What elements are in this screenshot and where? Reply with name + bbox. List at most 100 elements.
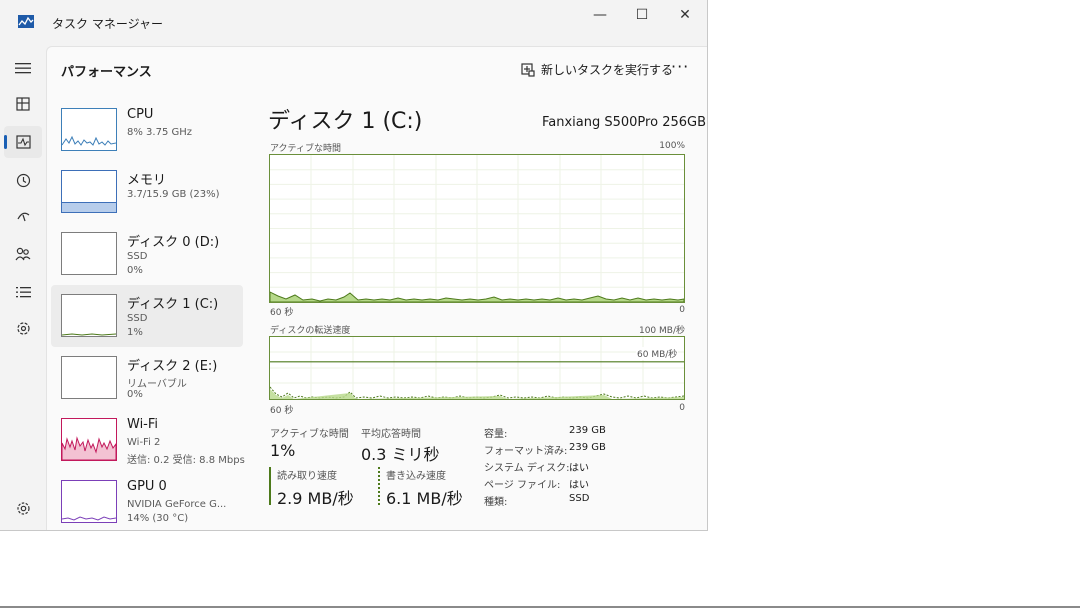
maximize-icon: ☐ (635, 7, 649, 23)
minimize-button[interactable]: — (578, 0, 622, 30)
page-title: パフォーマンス (61, 65, 152, 80)
nav-services[interactable] (4, 312, 42, 344)
nav-settings[interactable] (4, 492, 42, 524)
active-time-stat-label: アクティブな時間 (270, 429, 349, 440)
window-title: タスク マネージャー (52, 17, 163, 31)
device-item-disk-2[interactable]: ディスク 2 (E:) リムーバブル 0% (51, 347, 243, 409)
nav-processes[interactable] (4, 88, 42, 120)
device-item-disk-1[interactable]: ディスク 1 (C:) SSD 1% (51, 285, 243, 347)
read-speed-label: 読み取り速度 (277, 471, 337, 482)
disk-title: ディスク 1 (C:) (268, 109, 423, 134)
transfer-rate-graph-label: ディスクの転送速度 (270, 326, 351, 336)
transfer-rate-axis-left: 60 秒 (270, 406, 294, 416)
device-item-cpu[interactable]: CPU 8% 3.75 GHz (51, 99, 243, 161)
device-type: SSD (127, 313, 148, 324)
details-icon (15, 287, 31, 298)
device-name: ディスク 0 (D:) (127, 235, 220, 250)
device-detail: 3.7/15.9 GB (23%) (127, 189, 220, 200)
close-button[interactable]: ✕ (663, 0, 707, 30)
transfer-rate-chart (270, 337, 684, 399)
nav-users[interactable] (4, 238, 42, 270)
device-detail: 8% 3.75 GHz (127, 127, 193, 138)
transfer-rate-graph-max: 100 MB/秒 (638, 326, 685, 336)
device-item-disk-0[interactable]: ディスク 0 (D:) SSD 0% (51, 223, 243, 285)
disk-1-sparkline (62, 333, 116, 336)
disk-0-thumbnail (61, 232, 117, 275)
maximize-button[interactable]: ☐ (620, 0, 664, 30)
performance-page: パフォーマンス 新しいタスクを実行する ··· CPU 8% 3.75 GHz … (46, 46, 707, 530)
device-throughput: 送信: 0.2 受信: 8.8 Mbps (127, 455, 245, 466)
write-speed-label: 書き込み速度 (386, 471, 446, 482)
transfer-rate-reference-label: 60 MB/秒 (636, 347, 679, 360)
menu-button[interactable] (4, 52, 42, 84)
device-name: Wi-Fi (127, 417, 159, 432)
run-new-task-button[interactable]: 新しいタスクを実行する (521, 61, 673, 78)
wifi-sparkline (62, 436, 116, 460)
property-label: 容量: (484, 429, 508, 440)
device-usage: 0% (127, 389, 143, 400)
device-usage: 1% (127, 327, 143, 338)
device-item-memory[interactable]: メモリ 3.7/15.9 GB (23%) (51, 161, 243, 223)
memory-fill (62, 202, 116, 212)
write-speed-value: 6.1 MB/秒 (386, 489, 463, 508)
cpu-thumbnail (61, 108, 117, 151)
run-task-icon (521, 62, 535, 77)
title-bar: タスク マネージャー — ☐ ✕ (0, 0, 707, 44)
device-name: ディスク 1 (C:) (127, 297, 219, 312)
device-item-wifi[interactable]: Wi-Fi Wi-Fi 2 送信: 0.2 受信: 8.8 Mbps (51, 409, 245, 471)
minimize-icon: — (593, 7, 607, 23)
write-speed-indicator (378, 467, 380, 505)
gpu-sparkline (62, 516, 116, 521)
device-type: リムーバブル (127, 379, 187, 390)
active-time-axis-left: 60 秒 (270, 308, 294, 318)
property-value: SSD (569, 493, 590, 504)
task-manager-window: タスク マネージャー — ☐ ✕ パフォーマンス 新しいタスクを実行する ···… (0, 0, 708, 531)
property-label: フォーマット済み: (484, 446, 568, 457)
disk-2-thumbnail (61, 356, 117, 399)
disk-1-thumbnail (61, 294, 117, 337)
active-time-graph-label: アクティブな時間 (270, 144, 342, 154)
device-adapter: Wi-Fi 2 (127, 437, 161, 448)
gpu-thumbnail (61, 480, 117, 523)
device-type: SSD (127, 251, 148, 262)
active-time-stat-value: 1% (270, 441, 296, 460)
response-time-stat-label: 平均応答時間 (361, 429, 421, 440)
users-icon (15, 247, 31, 261)
device-usage: 14% (30 °C) (127, 513, 189, 524)
nav-startup-apps[interactable] (4, 200, 42, 232)
hamburger-icon (15, 63, 31, 74)
performance-device-list: CPU 8% 3.75 GHz メモリ 3.7/15.9 GB (23%) ディ… (51, 95, 245, 530)
read-speed-value: 2.9 MB/秒 (277, 489, 354, 508)
services-icon (16, 321, 30, 335)
active-time-axis-right: 0 (679, 305, 685, 315)
transfer-rate-axis-right: 0 (679, 403, 685, 413)
property-label: 種類: (484, 497, 508, 508)
property-value: 239 GB (569, 425, 606, 436)
device-name: メモリ (127, 173, 167, 188)
active-time-graph (269, 154, 685, 303)
processes-icon (16, 97, 30, 111)
task-manager-app-icon (18, 15, 34, 28)
performance-icon (15, 135, 31, 149)
transfer-rate-graph: 60 MB/秒 (269, 336, 685, 400)
read-speed-indicator (269, 467, 271, 505)
active-time-graph-max: 100% (659, 141, 685, 151)
property-value: はい (569, 463, 589, 474)
more-options-button[interactable]: ··· (671, 57, 689, 76)
close-icon: ✕ (679, 7, 691, 23)
disk-model: Fanxiang S500Pro 256GB (541, 115, 706, 130)
device-name: CPU (127, 107, 154, 122)
active-time-chart (270, 155, 684, 302)
device-item-gpu[interactable]: GPU 0 NVIDIA GeForce G... 14% (30 °C) (51, 471, 243, 530)
nav-app-history[interactable] (4, 164, 42, 196)
nav-performance[interactable] (4, 126, 42, 158)
wifi-thumbnail (61, 418, 117, 461)
property-value: 239 GB (569, 442, 606, 453)
property-label: ページ ファイル: (484, 480, 561, 491)
memory-thumbnail (61, 170, 117, 213)
selection-indicator (4, 135, 7, 149)
nav-details[interactable] (4, 276, 42, 308)
navigation-rail (0, 48, 46, 530)
startup-icon (16, 212, 29, 222)
run-new-task-label: 新しいタスクを実行する (541, 63, 674, 77)
